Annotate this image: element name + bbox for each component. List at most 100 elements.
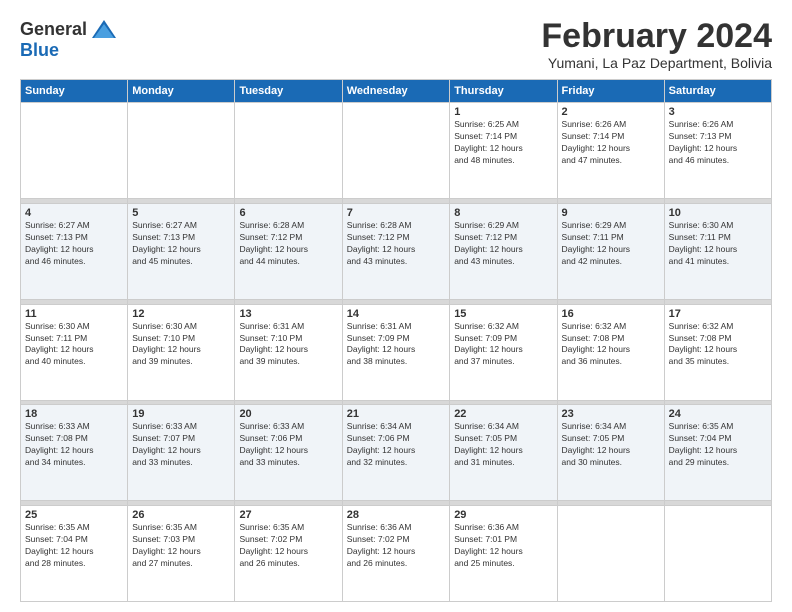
day-number: 10 <box>669 207 767 219</box>
col-monday: Monday <box>128 80 235 103</box>
day-number: 21 <box>347 408 445 420</box>
day-info: Sunrise: 6:34 AM Sunset: 7:05 PM Dayligh… <box>454 421 552 469</box>
day-number: 18 <box>25 408 123 420</box>
table-row: 13Sunrise: 6:31 AM Sunset: 7:10 PM Dayli… <box>235 304 342 400</box>
table-row: 9Sunrise: 6:29 AM Sunset: 7:11 PM Daylig… <box>557 204 664 300</box>
day-info: Sunrise: 6:33 AM Sunset: 7:06 PM Dayligh… <box>239 421 337 469</box>
table-row: 21Sunrise: 6:34 AM Sunset: 7:06 PM Dayli… <box>342 405 449 501</box>
table-row: 29Sunrise: 6:36 AM Sunset: 7:01 PM Dayli… <box>450 506 557 602</box>
calendar-header-row: Sunday Monday Tuesday Wednesday Thursday… <box>21 80 772 103</box>
day-number: 20 <box>239 408 337 420</box>
day-info: Sunrise: 6:25 AM Sunset: 7:14 PM Dayligh… <box>454 119 552 167</box>
table-row: 26Sunrise: 6:35 AM Sunset: 7:03 PM Dayli… <box>128 506 235 602</box>
day-info: Sunrise: 6:26 AM Sunset: 7:13 PM Dayligh… <box>669 119 767 167</box>
table-row: 23Sunrise: 6:34 AM Sunset: 7:05 PM Dayli… <box>557 405 664 501</box>
day-number: 22 <box>454 408 552 420</box>
table-row: 24Sunrise: 6:35 AM Sunset: 7:04 PM Dayli… <box>664 405 771 501</box>
day-info: Sunrise: 6:32 AM Sunset: 7:08 PM Dayligh… <box>669 321 767 369</box>
day-info: Sunrise: 6:31 AM Sunset: 7:10 PM Dayligh… <box>239 321 337 369</box>
calendar-week-row: 4 Sunrise: 6:27 AM Sunset: 7:13 PM Daylig… <box>21 204 772 300</box>
day-number: 19 <box>132 408 230 420</box>
table-row: 25Sunrise: 6:35 AM Sunset: 7:04 PM Dayli… <box>21 506 128 602</box>
day-info: Sunrise: 6:33 AM Sunset: 7:07 PM Dayligh… <box>132 421 230 469</box>
logo: General Blue <box>20 18 118 61</box>
day-info: Sunrise: 6:35 AM Sunset: 7:02 PM Dayligh… <box>239 522 337 570</box>
day-number: 6 <box>239 207 337 219</box>
day-number: 16 <box>562 308 660 320</box>
logo-general: General <box>20 19 87 40</box>
col-saturday: Saturday <box>664 80 771 103</box>
day-info: Sunrise: 6:32 AM Sunset: 7:08 PM Dayligh… <box>562 321 660 369</box>
calendar-week-row: 11Sunrise: 6:30 AM Sunset: 7:11 PM Dayli… <box>21 304 772 400</box>
col-sunday: Sunday <box>21 80 128 103</box>
day-number: 4 <box>25 207 123 219</box>
col-thursday: Thursday <box>450 80 557 103</box>
day-info: Sunrise: 6:34 AM Sunset: 7:05 PM Dayligh… <box>562 421 660 469</box>
day-number: 2 <box>562 106 660 118</box>
day-number: 3 <box>669 106 767 118</box>
day-info: Sunrise: 6:30 AM Sunset: 7:11 PM Dayligh… <box>25 321 123 369</box>
day-info: Sunrise: 6:26 AM Sunset: 7:14 PM Dayligh… <box>562 119 660 167</box>
month-title: February 2024 <box>541 18 772 55</box>
table-row: 10Sunrise: 6:30 AM Sunset: 7:11 PM Dayli… <box>664 204 771 300</box>
day-number: 14 <box>347 308 445 320</box>
day-info: Sunrise: 6:34 AM Sunset: 7:06 PM Dayligh… <box>347 421 445 469</box>
day-info: Sunrise: 6:29 AM Sunset: 7:12 PM Dayligh… <box>454 220 552 268</box>
table-row: 16Sunrise: 6:32 AM Sunset: 7:08 PM Dayli… <box>557 304 664 400</box>
day-info: Sunrise: 6:30 AM Sunset: 7:10 PM Dayligh… <box>132 321 230 369</box>
day-number: 13 <box>239 308 337 320</box>
day-info: Sunrise: 6:35 AM Sunset: 7:04 PM Dayligh… <box>669 421 767 469</box>
day-number: 24 <box>669 408 767 420</box>
calendar-week-row: 18Sunrise: 6:33 AM Sunset: 7:08 PM Dayli… <box>21 405 772 501</box>
calendar-week-row: 1Sunrise: 6:25 AM Sunset: 7:14 PM Daylig… <box>21 103 772 199</box>
table-row: 7Sunrise: 6:28 AM Sunset: 7:12 PM Daylig… <box>342 204 449 300</box>
table-row: 6Sunrise: 6:28 AM Sunset: 7:12 PM Daylig… <box>235 204 342 300</box>
table-row: 8Sunrise: 6:29 AM Sunset: 7:12 PM Daylig… <box>450 204 557 300</box>
table-row: 3Sunrise: 6:26 AM Sunset: 7:13 PM Daylig… <box>664 103 771 199</box>
table-row: 28Sunrise: 6:36 AM Sunset: 7:02 PM Dayli… <box>342 506 449 602</box>
day-info: Sunrise: 6:35 AM Sunset: 7:04 PM Dayligh… <box>25 522 123 570</box>
table-row: 2Sunrise: 6:26 AM Sunset: 7:14 PM Daylig… <box>557 103 664 199</box>
table-row: 18Sunrise: 6:33 AM Sunset: 7:08 PM Dayli… <box>21 405 128 501</box>
table-row <box>557 506 664 602</box>
day-number: 29 <box>454 509 552 521</box>
day-info: Sunrise: 6:32 AM Sunset: 7:09 PM Dayligh… <box>454 321 552 369</box>
col-tuesday: Tuesday <box>235 80 342 103</box>
header: General Blue February 2024 Yumani, La Pa… <box>20 18 772 71</box>
day-number: 25 <box>25 509 123 521</box>
table-row: 17Sunrise: 6:32 AM Sunset: 7:08 PM Dayli… <box>664 304 771 400</box>
col-friday: Friday <box>557 80 664 103</box>
title-area: February 2024 Yumani, La Paz Department,… <box>541 18 772 71</box>
table-row: 19Sunrise: 6:33 AM Sunset: 7:07 PM Dayli… <box>128 405 235 501</box>
day-info: Sunrise: 6:31 AM Sunset: 7:09 PM Dayligh… <box>347 321 445 369</box>
day-number: 15 <box>454 308 552 320</box>
day-number: 9 <box>562 207 660 219</box>
day-number: 1 <box>454 106 552 118</box>
day-info: Sunrise: 6:36 AM Sunset: 7:01 PM Dayligh… <box>454 522 552 570</box>
day-info: Sunrise: 6:35 AM Sunset: 7:03 PM Dayligh… <box>132 522 230 570</box>
day-number: 17 <box>669 308 767 320</box>
table-row: 14Sunrise: 6:31 AM Sunset: 7:09 PM Dayli… <box>342 304 449 400</box>
calendar-week-row: 25Sunrise: 6:35 AM Sunset: 7:04 PM Dayli… <box>21 506 772 602</box>
table-row <box>235 103 342 199</box>
day-info: Sunrise: 6:33 AM Sunset: 7:08 PM Dayligh… <box>25 421 123 469</box>
table-row: 1Sunrise: 6:25 AM Sunset: 7:14 PM Daylig… <box>450 103 557 199</box>
table-row: 15Sunrise: 6:32 AM Sunset: 7:09 PM Dayli… <box>450 304 557 400</box>
day-number: 27 <box>239 509 337 521</box>
day-number: 7 <box>347 207 445 219</box>
calendar: Sunday Monday Tuesday Wednesday Thursday… <box>20 79 772 602</box>
table-row: 4Sunrise: 6:27 AM Sunset: 7:13 PM Daylig… <box>21 204 128 300</box>
day-number: 12 <box>132 308 230 320</box>
table-row <box>342 103 449 199</box>
page: General Blue February 2024 Yumani, La Pa… <box>0 0 792 612</box>
day-number: 11 <box>25 308 123 320</box>
table-row: 22Sunrise: 6:34 AM Sunset: 7:05 PM Dayli… <box>450 405 557 501</box>
day-info: Sunrise: 6:30 AM Sunset: 7:11 PM Dayligh… <box>669 220 767 268</box>
table-row: 27Sunrise: 6:35 AM Sunset: 7:02 PM Dayli… <box>235 506 342 602</box>
table-row: 11Sunrise: 6:30 AM Sunset: 7:11 PM Dayli… <box>21 304 128 400</box>
table-row <box>664 506 771 602</box>
day-info: Sunrise: 6:27 AM Sunset: 7:13 PM Dayligh… <box>132 220 230 268</box>
day-number: 23 <box>562 408 660 420</box>
logo-icon <box>90 18 118 40</box>
day-number: 8 <box>454 207 552 219</box>
